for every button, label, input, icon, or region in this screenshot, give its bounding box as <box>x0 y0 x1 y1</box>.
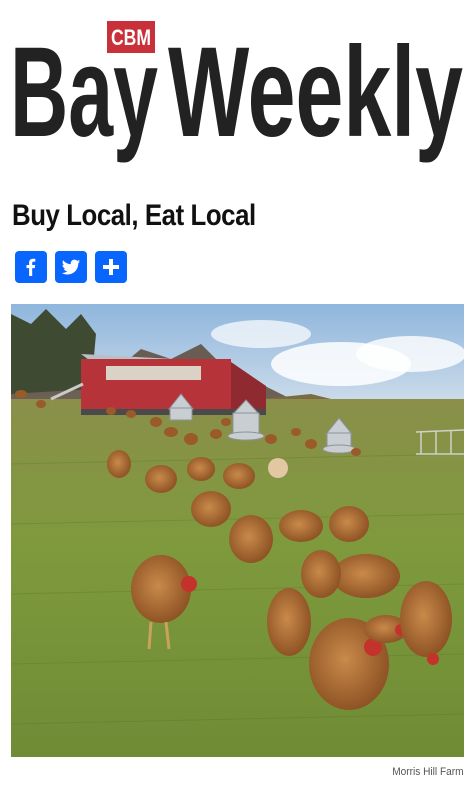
twitter-share-button[interactable] <box>55 251 87 283</box>
article-photo <box>11 304 464 757</box>
more-share-button[interactable] <box>95 251 127 283</box>
facebook-share-button[interactable] <box>15 251 47 283</box>
site-logo[interactable]: Bay CBM Weekly <box>10 18 465 178</box>
share-bar <box>15 251 127 283</box>
cbm-badge-text: CBM <box>111 25 151 50</box>
plus-icon <box>103 259 119 275</box>
facebook-icon <box>26 258 36 276</box>
twitter-icon <box>61 259 81 275</box>
article-headline: Buy Local, Eat Local <box>12 199 256 232</box>
logo-word-weekly: Weekly <box>168 21 463 164</box>
photo-caption: Morris Hill Farm <box>392 766 464 778</box>
